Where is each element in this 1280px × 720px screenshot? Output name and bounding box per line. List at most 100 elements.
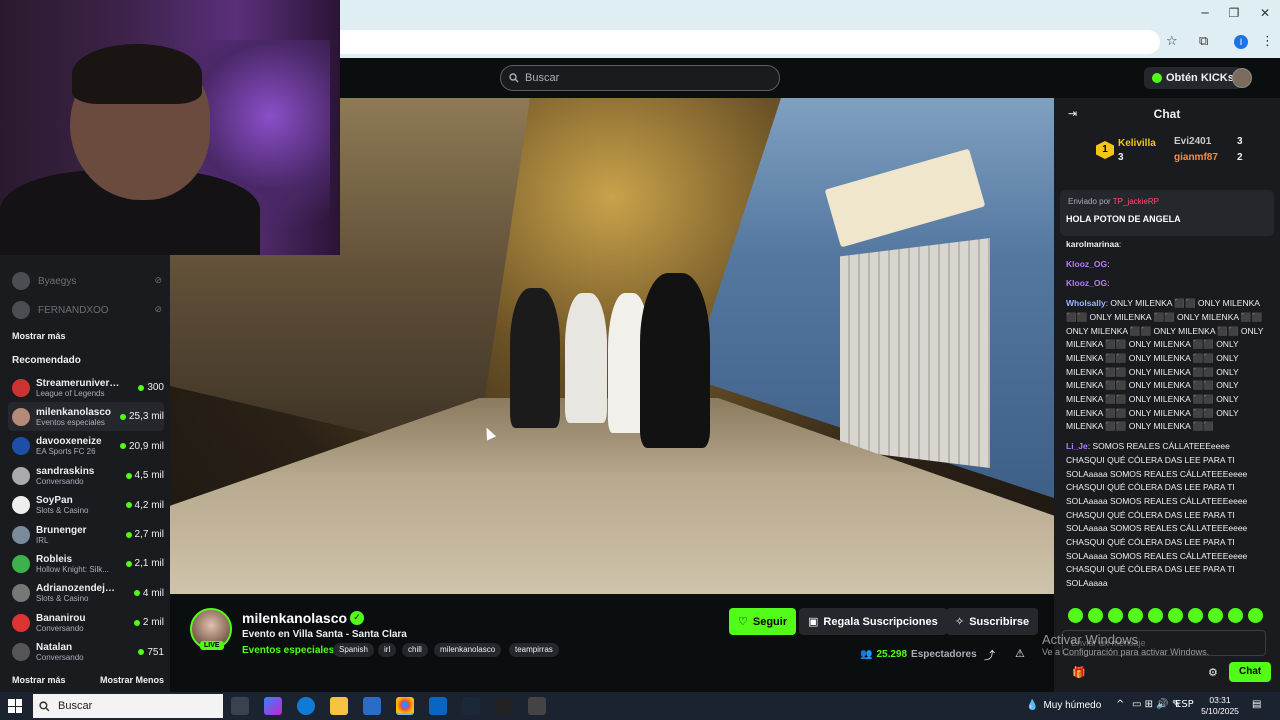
follow-button[interactable]: ♡ Seguir <box>729 608 797 635</box>
follow-label: Seguir <box>752 615 788 628</box>
emote-icon[interactable] <box>1108 608 1123 623</box>
emote-icon[interactable] <box>1208 608 1223 623</box>
bookmark-star-icon[interactable]: ☆ <box>1166 34 1178 49</box>
system-clock[interactable]: 03:31 5/10/2025 <box>1200 695 1240 717</box>
taskbar-search-label: Buscar <box>58 700 93 712</box>
search-input[interactable]: Buscar <box>500 65 780 91</box>
channel-name: Bananirou <box>36 612 86 624</box>
channel-name: Natalan <box>36 642 73 654</box>
address-bar[interactable] <box>340 30 1160 54</box>
outlook-icon[interactable] <box>429 697 447 715</box>
copilot-icon[interactable] <box>264 697 282 715</box>
channel-name: milenkanolasco <box>36 406 112 418</box>
sidebar-channel-item[interactable]: Adrianozendejas32 Slots & Casino 4 mil <box>8 579 164 608</box>
chat-username[interactable]: Wholsally <box>1066 298 1106 308</box>
chrome-icon[interactable] <box>396 697 414 715</box>
chat-username[interactable]: Klooz_OG <box>1066 259 1107 269</box>
channel-text: SoyPan Slots & Casino <box>36 495 120 515</box>
browser-menu-icon[interactable]: ⋮ <box>1261 34 1274 49</box>
tray-icons[interactable]: ▭ ⊞ 🔊 ✎ <box>1132 699 1180 710</box>
report-icon[interactable]: ⚠ <box>1015 647 1025 660</box>
gift-icon[interactable]: 🎁 <box>1072 666 1086 679</box>
chat-username[interactable]: karolmarinaa <box>1066 239 1119 249</box>
sidebar-channel-item[interactable]: davooxeneize EA Sports FC 26 20,9 mil <box>8 432 164 461</box>
chat-title: Chat <box>1153 107 1181 121</box>
show-more-link[interactable]: Mostrar más <box>12 675 66 685</box>
emote-icon[interactable] <box>1168 608 1183 623</box>
task-view-icon[interactable] <box>231 697 249 715</box>
emote-icon[interactable] <box>1228 608 1243 623</box>
emote-bar <box>1068 608 1278 623</box>
maximize-button[interactable]: ❐ <box>1219 6 1249 20</box>
avatar <box>12 554 30 573</box>
user-avatar[interactable] <box>1232 68 1252 88</box>
emote-icon[interactable] <box>1248 608 1263 623</box>
share-icon[interactable]: ⤴ <box>984 647 995 663</box>
viewer-count: 👥 25.298 Espectadores <box>860 649 977 660</box>
sidebar-channel-item[interactable]: SoyPan Slots & Casino 4,2 mil <box>8 491 164 520</box>
close-button[interactable]: ✕ <box>1250 6 1280 20</box>
sidebar-channel-item[interactable]: Robleis Hollow Knight: Silk... 2,1 mil <box>8 549 164 578</box>
chat-username[interactable]: Klooz_OG <box>1066 278 1107 288</box>
chat-message-list: karolmarinaa: Klooz_OG: Klooz_OG: Wholsa… <box>1066 238 1266 597</box>
sidebar-channel-item[interactable]: Brunenger IRL 2,7 mil <box>8 520 164 549</box>
webcam-hair <box>72 44 202 104</box>
start-button[interactable] <box>8 699 22 713</box>
file-explorer-icon[interactable] <box>330 697 348 715</box>
emote-icon[interactable] <box>1188 608 1203 623</box>
viewer-count: 2,7 mil <box>134 529 164 540</box>
stream-tag[interactable]: irl <box>378 643 397 657</box>
obs-icon[interactable] <box>528 697 546 715</box>
store-icon[interactable] <box>363 697 381 715</box>
pinned-message[interactable]: Enviado por TP_jackieRP HOLA POTON DE AN… <box>1060 190 1274 236</box>
search-placeholder: Buscar <box>525 72 560 84</box>
app-icon[interactable] <box>495 697 513 715</box>
tray-chevron-icon[interactable]: ^ <box>1116 699 1124 710</box>
sidebar-channel-item[interactable]: sandraskins Conversando 4,5 mil <box>8 461 164 490</box>
stream-tag[interactable]: teampirras <box>509 643 559 657</box>
language-indicator[interactable]: ESP <box>1175 699 1194 710</box>
edge-icon[interactable] <box>297 697 315 715</box>
minimize-button[interactable]: ─ <box>1190 6 1220 20</box>
notifications-icon[interactable]: ▤ <box>1252 699 1261 710</box>
gift-subscriptions-button[interactable]: ▣ Regala Suscripciones <box>799 608 947 635</box>
emote-icon[interactable] <box>1088 608 1103 623</box>
channel-category: Conversando <box>36 476 84 486</box>
sidebar-offline-channel[interactable]: Byaegys ⊘ <box>12 272 162 290</box>
emote-icon[interactable] <box>1128 608 1143 623</box>
leaderboard-name[interactable]: Evi2401 <box>1174 136 1211 147</box>
show-less-link[interactable]: Mostrar Menos <box>100 675 164 685</box>
star-icon: ✧ <box>955 615 965 628</box>
steam-icon[interactable] <box>462 697 480 715</box>
channel-name: Robleis <box>36 553 73 565</box>
show-more-following-link[interactable]: Mostrar más <box>12 331 66 341</box>
taskbar-search[interactable]: Buscar <box>33 694 223 718</box>
stream-tag[interactable]: chill <box>402 643 428 657</box>
channel-viewers: 20,9 mil <box>119 441 164 452</box>
sidebar-channel-item[interactable]: Streameruniversit...League of Legends 300 <box>8 373 164 402</box>
browser-profile-button[interactable]: I <box>1234 35 1248 49</box>
leaderboard-name[interactable]: gianmf87 <box>1174 152 1218 163</box>
subscribe-button[interactable]: ✧ Suscribirse <box>946 608 1039 635</box>
gear-icon[interactable]: ⚙ <box>1208 666 1218 679</box>
heart-icon: ♡ <box>738 615 748 628</box>
send-chat-button[interactable]: Chat <box>1229 662 1272 682</box>
sidebar-channel-item[interactable]: milenkanolasco Eventos especiales 25,3 mil <box>8 402 164 432</box>
get-kicks-button[interactable]: Obtén KICKs <box>1144 67 1242 89</box>
emote-icon[interactable] <box>1068 608 1083 623</box>
sidebar-offline-channel[interactable]: FERNANDXOO ⊘ <box>12 301 162 319</box>
extensions-icon[interactable]: ⧉ <box>1199 34 1208 49</box>
channel-category: Slots & Casino <box>36 594 89 604</box>
live-dot-icon <box>125 472 132 479</box>
stream-tag[interactable]: milenkanolasco <box>434 643 502 657</box>
emote-icon[interactable] <box>1148 608 1163 623</box>
leaderboard-name[interactable]: Kelivilla <box>1118 138 1156 149</box>
stream-category-link[interactable]: Eventos especiales <box>242 645 334 656</box>
sidebar-channel-item[interactable]: Natalan Conversando 751 <box>8 638 164 667</box>
streamer-name[interactable]: milenkanolasco <box>242 610 347 626</box>
channel-viewers: 300 <box>138 382 164 393</box>
chat-username[interactable]: Li_Je <box>1066 441 1088 451</box>
weather-widget[interactable]: 💧 Muy húmedo <box>1026 700 1101 711</box>
stream-tag[interactable]: Spanish <box>333 643 374 657</box>
sidebar-channel-item[interactable]: Bananirou Conversando 2 mil <box>8 608 164 637</box>
